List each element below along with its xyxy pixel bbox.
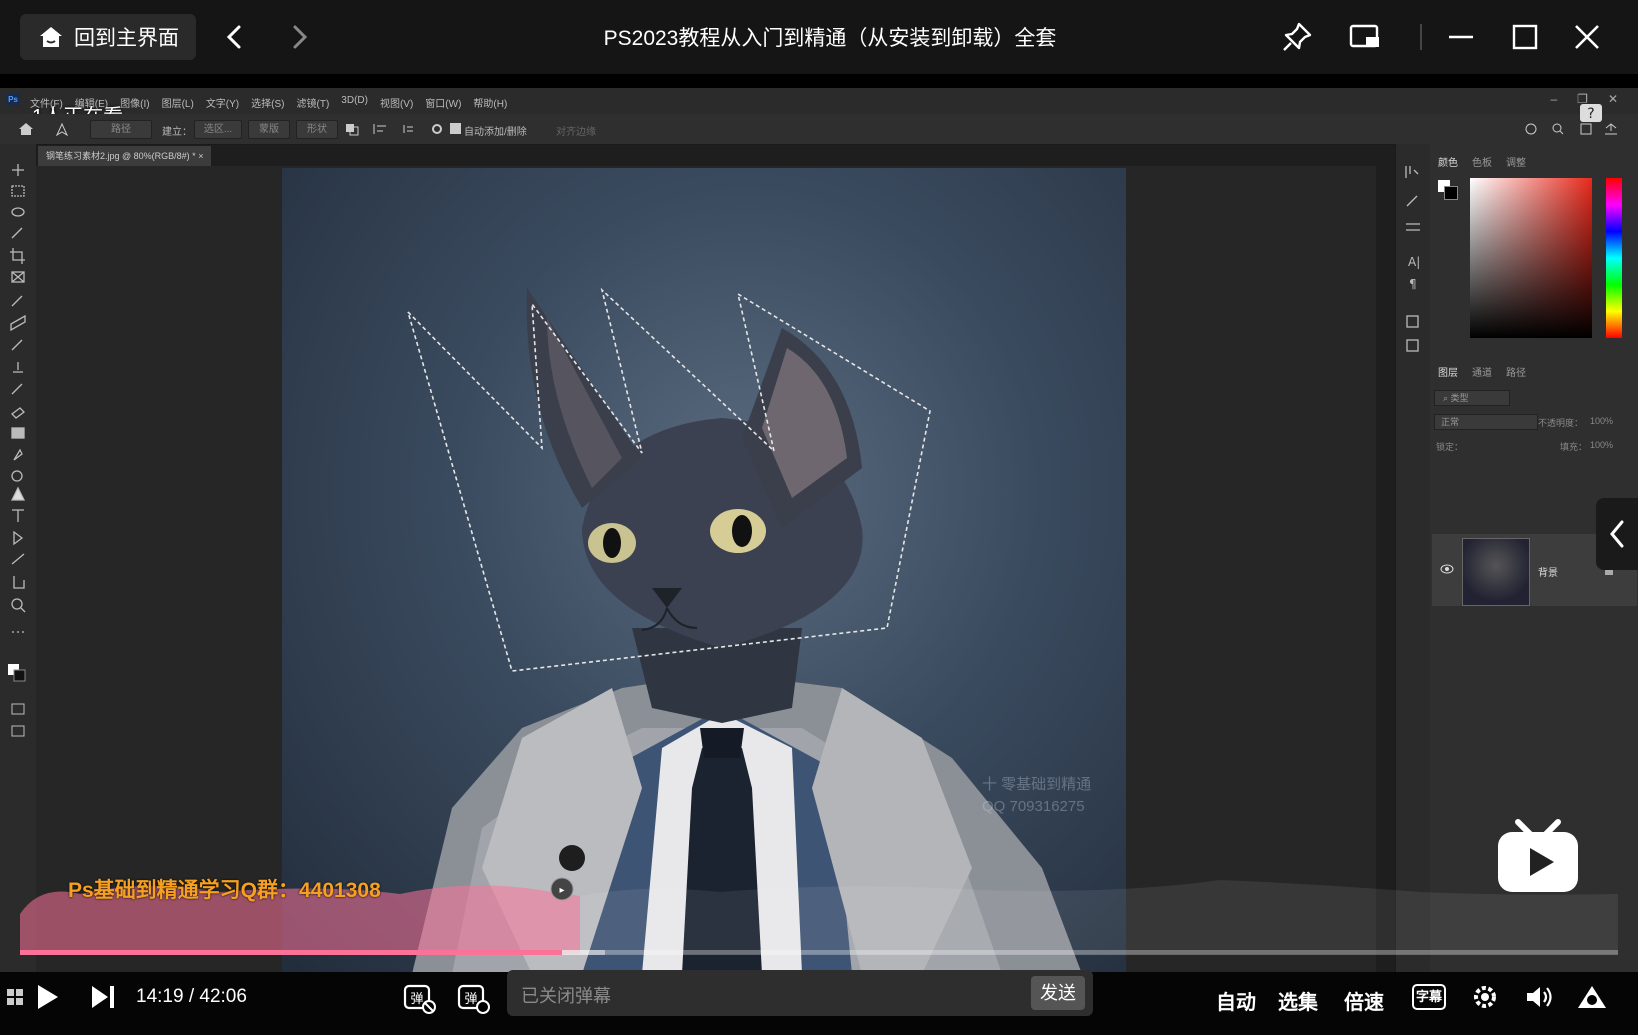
ps-menu-item: 图像(I) [120,99,150,110]
ps-auto-add-label: 自动添加/删除 [464,127,527,138]
ps-align-edges-label: 对齐边缘 [556,127,596,138]
home-button[interactable]: 回到主界面 [20,14,196,60]
danmaku-input[interactable]: 已关闭弹幕 发送 [507,970,1093,1016]
ps-gear-icon [432,124,442,134]
ps-fill-label: 填充： [1560,442,1588,452]
quality-auto-button[interactable]: 自动 [1216,986,1256,1015]
ps-menu-item: 文字(Y) [205,99,240,110]
send-button[interactable]: 发送 [1031,976,1085,1010]
ps-mask-button: 蒙版 [248,120,290,139]
chevron-left-icon [1610,520,1624,548]
window-titlebar: 回到主界面 PS2023教程从入门到精通（从安装到卸载）全套 [0,0,1638,74]
ps-blend-mode: 正常 [1434,414,1538,430]
pin-icon[interactable] [1280,20,1314,54]
minimize-icon[interactable] [1444,20,1478,54]
danmaku-toggle-icon[interactable]: 弹 [402,980,436,1014]
playback-time: 14:19 / 42:06 [136,986,247,1008]
ps-lock-label: 锁定： [1436,442,1464,452]
ps-top-right-icons [1525,123,1617,135]
ps-auto-add-checkbox [450,123,461,134]
episodes-button[interactable]: 选集 [1278,986,1318,1015]
side-panel-toggle[interactable] [1596,498,1638,570]
ps-options-bar: 路径 建立： 选区... 蒙版 形状 自动添加/删除 对齐边缘 ? [0,104,1638,145]
time-total: 42:06 [199,986,247,1007]
ps-shape-button: 形状 [296,120,338,139]
ps-menu-item: 图层(L) [161,99,194,110]
ps-pen-tool-icon [55,122,69,136]
fullscreen-icon[interactable] [1574,982,1610,1012]
svg-text:A|: A| [1408,255,1420,269]
eye-icon [1440,564,1454,574]
ps-right-icon-strip: A| ¶ [1395,144,1430,972]
forward-arrow-icon[interactable] [284,22,314,52]
settings-gear-icon[interactable] [1470,982,1500,1012]
ps-menu-item: 选择(S) [251,99,285,110]
ps-build-label: 建立： [162,127,192,138]
help-icon: ? [1580,104,1602,122]
ps-menu-item: 窗口(W) [425,99,462,110]
ps-document-tab: 钢笔练习素材2.jpg @ 80%(RGB/8#) * × [38,146,212,166]
time-separator: / [188,986,195,1007]
ps-layers-panel-tabs: 图层 通道 路径 [1438,368,1526,379]
home-button-label: 回到主界面 [74,27,179,50]
svg-text:¶: ¶ [1409,277,1417,291]
ps-tool-mode: 路径 [90,120,152,139]
svg-text:?: ? [1587,106,1594,122]
player-controls: 14:19 / 42:06 弹 弹 已关闭弹幕 发送 自动 选集 倍速 字幕 [0,970,1638,1035]
qq-group-banner: Ps基础到精通学习Q群：4401308 [68,879,381,902]
progress-bar[interactable] [20,950,1618,955]
video-player[interactable]: Ps 文件(F) 编辑(E) 图像(I) 图层(L) 文字(Y) 选择(S) 滤… [0,88,1638,972]
ps-document-canvas [282,168,1126,972]
svg-text:弹: 弹 [410,992,423,1007]
danmaku-placeholder: 已关闭弹幕 [521,986,611,1006]
titlebar-separator [1420,24,1422,50]
volume-icon[interactable] [1524,982,1554,1012]
ps-logo: Ps [6,94,20,106]
close-icon[interactable] [1570,20,1604,54]
ps-hue-slider [1606,178,1622,338]
progress-buffered [561,950,605,955]
home-icon [40,27,62,47]
ps-layer-name: 背景 [1538,568,1558,579]
ps-menubar: Ps 文件(F) 编辑(E) 图像(I) 图层(L) 文字(Y) 选择(S) 滤… [0,88,1638,114]
mini-window-icon[interactable] [1348,20,1382,54]
ps-layer-filter: ⌕ 类型 [1434,390,1510,406]
ps-path-ops-icon [346,124,413,136]
ps-toolbar [0,144,37,972]
windows-start-icon [7,989,23,1005]
speed-button[interactable]: 倍速 [1344,986,1384,1015]
ps-color-field [1470,178,1592,338]
maximize-icon[interactable] [1508,20,1542,54]
progress-played [20,950,562,955]
video-watermark: 十 零基础到精通 QQ 709316275 [982,776,1092,815]
danmaku-settings-icon[interactable]: 弹 [456,980,490,1014]
ps-color-panel-tabs: 颜色 色板 调整 [1438,158,1526,169]
time-current: 14:19 [136,986,184,1007]
back-arrow-icon[interactable] [220,22,250,52]
ps-background-swatch [1444,186,1458,200]
ps-menu-item: 3D(D) [341,95,368,106]
ps-panel-icons: A| ¶ [1405,166,1420,352]
ps-menu-item: 滤镜(T) [296,99,330,110]
svg-text:弹: 弹 [464,992,477,1007]
ps-opacity-value: 100% [1590,416,1614,426]
ps-fill-value: 100% [1590,440,1614,450]
ps-menu-item: 视图(V) [379,99,414,110]
ps-menu-item: 帮助(H) [473,99,508,110]
ps-home-icon [19,123,33,135]
ps-opacity-label: 不透明度： [1538,418,1584,428]
subtitle-button[interactable]: 字幕 [1412,984,1446,1010]
ps-selection-button: 选区... [194,120,242,139]
next-icon[interactable] [88,982,118,1012]
progress-handle[interactable]: ▸ [548,874,576,904]
ps-tool-icons [8,164,26,737]
window-title: PS2023教程从入门到精通（从安装到卸载）全套 [603,27,1057,50]
play-icon[interactable] [32,982,62,1012]
ps-layer-thumbnail [1462,538,1530,606]
cat-in-suit-image [407,287,1082,972]
svg-text:▸: ▸ [559,885,564,896]
